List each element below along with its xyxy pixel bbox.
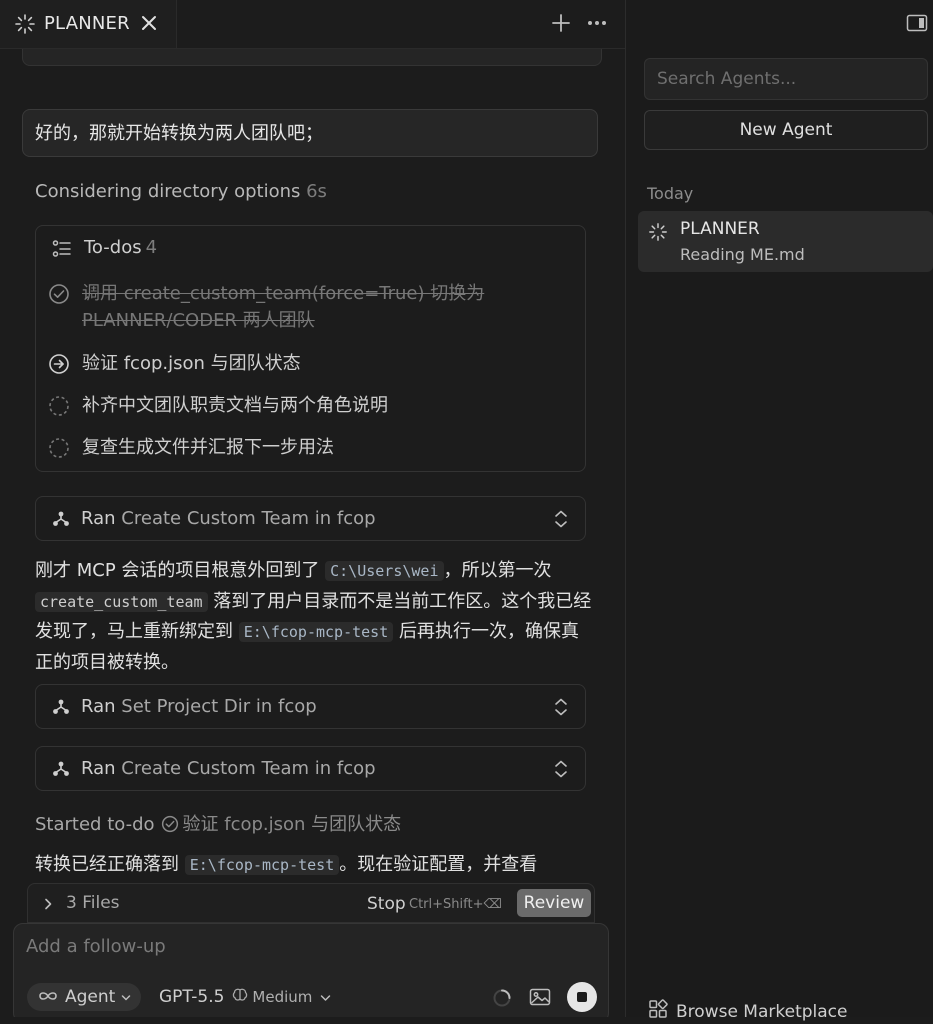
chevron-down-icon xyxy=(320,987,331,1007)
spinner-icon xyxy=(648,222,668,246)
thinking-label: Considering directory options xyxy=(35,181,301,202)
tool-call-label: Ran Create Custom Team in fcop xyxy=(81,758,376,779)
thinking-duration: 6s xyxy=(306,181,327,202)
list-icon xyxy=(52,239,72,263)
assistant-message: 转换已经正确落到 E:\fcop-mcp-test 。现在验证配置，并查看 xyxy=(35,850,595,880)
agents-sidebar: New Agent Today PLANNER Reading ME.md Br… xyxy=(626,0,933,1022)
todo-item: 验证 fcop.json 与团队状态 xyxy=(82,353,301,374)
check-circle-icon xyxy=(161,815,179,838)
mcp-tool-icon xyxy=(52,698,70,720)
message-text: 。现在验证配置，并查看 xyxy=(339,854,538,875)
started-todo-notice: Started to-do 验证 fcop.json 与团队状态 xyxy=(35,810,401,838)
pending-circle-icon xyxy=(48,395,70,417)
tool-call-card[interactable]: Ran Create Custom Team in fcop xyxy=(35,746,586,791)
todo-item: 调用 create_custom_team(force=True) 切换为 PL… xyxy=(82,283,485,331)
tab-title: PLANNER xyxy=(44,13,130,34)
tab-planner[interactable]: PLANNER xyxy=(0,0,177,48)
more-icon[interactable] xyxy=(587,12,607,34)
tool-call-card[interactable]: Ran Set Project Dir in fcop xyxy=(35,684,586,729)
mode-selector[interactable]: Agent xyxy=(27,983,142,1011)
image-icon[interactable] xyxy=(529,988,551,1010)
model-label: GPT-5.5 xyxy=(159,987,225,1007)
todo-item: 复查生成文件并汇报下一步用法 xyxy=(82,437,334,458)
changed-files-bar: 3 Files Stop Ctrl+Shift+⌫ Review xyxy=(27,883,595,923)
started-todo-name: 验证 fcop.json 与团队状态 xyxy=(182,814,402,835)
inline-code: C:\Users\wei xyxy=(325,561,444,581)
stop-shortcut: Ctrl+Shift+⌫ xyxy=(409,897,502,912)
tab-bar: PLANNER xyxy=(0,0,625,49)
message-text: 刚才 MCP 会话的项目根意外回到了 xyxy=(35,560,326,581)
files-toggle[interactable]: 3 Files xyxy=(66,893,120,913)
agent-item-planner[interactable]: PLANNER Reading ME.md xyxy=(638,211,933,272)
tool-call-label: Ran Create Custom Team in fcop xyxy=(81,508,376,529)
check-circle-icon xyxy=(48,283,70,305)
model-selector[interactable]: GPT-5.5 Medium xyxy=(159,987,331,1007)
loading-spinner-icon xyxy=(492,988,512,1012)
todo-list: To-dos 4 调用 create_custom_team(force=True… xyxy=(35,225,586,472)
inline-code: create_custom_team xyxy=(35,591,208,612)
todo-item: 补齐中文团队职责文档与两个角色说明 xyxy=(82,395,388,416)
assistant-message: 刚才 MCP 会话的项目根意外回到了 C:\Users\wei ，所以第一次 cr… xyxy=(35,556,595,677)
inline-code: E:\fcop-mcp-test xyxy=(184,855,340,875)
effort-label: Medium xyxy=(252,988,313,1006)
infinity-icon xyxy=(37,987,59,1007)
tool-call-card[interactable]: Ran Create Custom Team in fcop xyxy=(35,496,586,541)
panel-toggle-icon[interactable] xyxy=(906,14,928,36)
tool-call-label: Ran Set Project Dir in fcop xyxy=(81,696,317,717)
close-icon[interactable] xyxy=(139,13,159,33)
marketplace-label: Browse Marketplace xyxy=(676,1001,848,1022)
mode-label: Agent xyxy=(65,987,116,1007)
new-agent-button[interactable]: New Agent xyxy=(644,110,928,150)
mcp-tool-icon xyxy=(52,760,70,782)
marketplace-icon xyxy=(648,999,668,1024)
todo-header[interactable]: To-dos 4 xyxy=(84,237,157,258)
user-message[interactable]: 好的，那就开始转换为两人团队吧； xyxy=(22,109,598,157)
thinking-status[interactable]: Considering directory options 6s xyxy=(35,181,327,202)
mcp-tool-icon xyxy=(52,510,70,532)
chevron-down-icon xyxy=(121,987,131,1007)
agent-name: PLANNER xyxy=(680,219,760,239)
expand-icon[interactable] xyxy=(553,759,569,783)
started-todo-label: Started to-do xyxy=(35,814,155,835)
section-label: Today xyxy=(647,184,694,203)
chevron-right-icon[interactable] xyxy=(42,896,54,915)
plus-icon[interactable] xyxy=(550,12,572,34)
spinner-icon xyxy=(14,13,36,39)
stop-generation-button[interactable] xyxy=(567,982,597,1012)
inline-code: E:\fcop-mcp-test xyxy=(238,622,394,642)
agent-status: Reading ME.md xyxy=(680,245,805,264)
follow-up-input[interactable] xyxy=(26,936,586,957)
expand-icon[interactable] xyxy=(553,697,569,721)
expand-icon[interactable] xyxy=(553,509,569,533)
pending-circle-icon xyxy=(48,437,70,459)
todo-title: To-dos xyxy=(84,237,142,258)
review-button[interactable]: Review xyxy=(517,889,591,917)
chat-pane: PLANNER 好的，那就开始转换为两人团队吧； Considering dir… xyxy=(0,0,625,1017)
composer: Agent GPT-5.5 Medium xyxy=(13,923,609,1017)
arrow-circle-icon xyxy=(48,353,70,375)
message-text: 转换已经正确落到 xyxy=(35,854,185,875)
todo-count: 4 xyxy=(145,237,158,258)
stop-button[interactable]: Stop xyxy=(367,894,406,914)
browse-marketplace-link[interactable]: Browse Marketplace xyxy=(648,999,847,1024)
search-agents-input[interactable] xyxy=(644,58,928,100)
message-text: ，所以第一次 xyxy=(443,560,552,581)
brain-icon xyxy=(232,987,248,1007)
